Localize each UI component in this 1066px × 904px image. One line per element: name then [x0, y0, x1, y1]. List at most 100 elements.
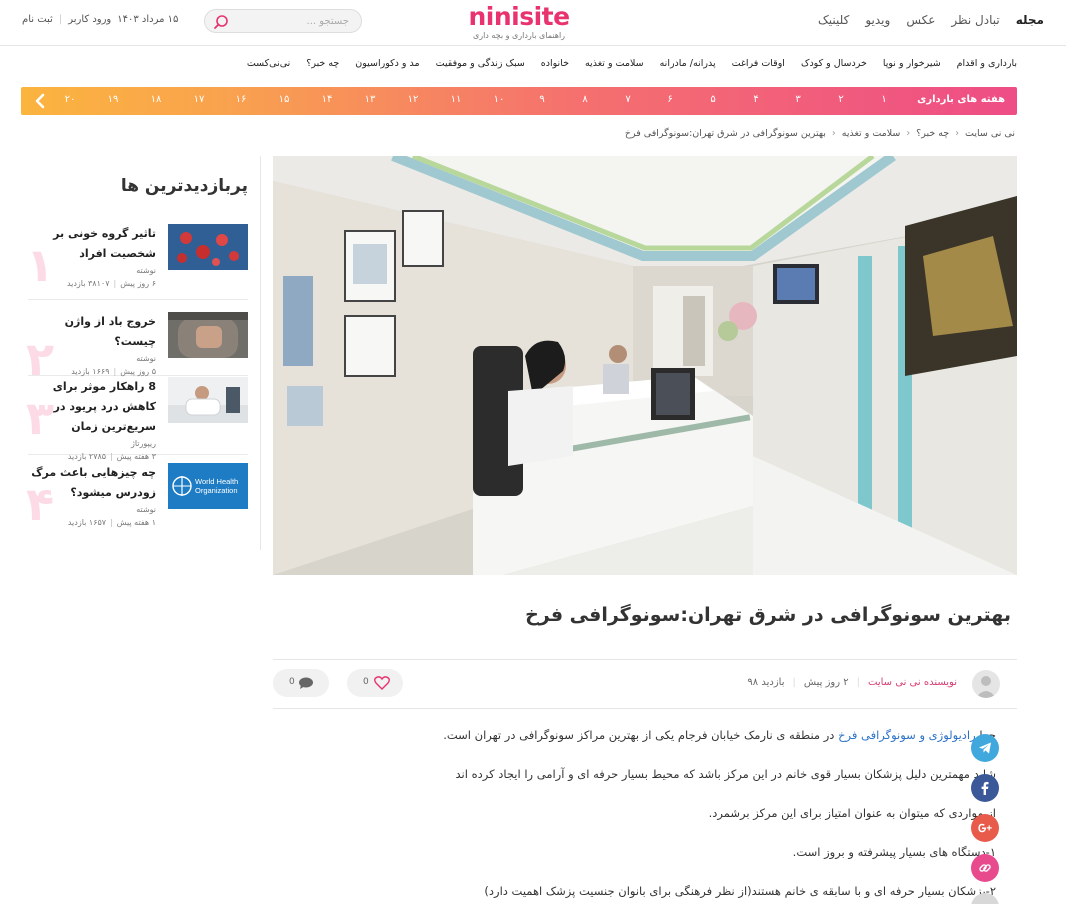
- week-item[interactable]: ۲۰: [59, 94, 81, 105]
- publish-time: ۲ روز پیش: [803, 677, 849, 688]
- search-icon[interactable]: [213, 14, 229, 30]
- paragraph: چرا رادیولوژی و سونوگرافی فرخ در منطقه ی…: [336, 727, 996, 743]
- copy-link-button[interactable]: [971, 854, 999, 882]
- week-item[interactable]: ۱۰: [488, 94, 510, 105]
- chevron-left-icon[interactable]: [34, 93, 46, 109]
- popular-item[interactable]: ۲ خروج باد از واژن چیست؟ نوشته ۵ روز پیش…: [26, 308, 248, 382]
- nav-photo[interactable]: عکس: [906, 13, 935, 27]
- facebook-share-button[interactable]: [971, 774, 999, 802]
- category-parents[interactable]: پدرانه/ مادرانه: [660, 58, 716, 69]
- breadcrumb-health[interactable]: سلامت و تغذیه: [842, 128, 901, 139]
- category-fashion[interactable]: مد و دکوراسیون: [355, 58, 419, 69]
- search-input[interactable]: [239, 13, 349, 29]
- breadcrumb-news[interactable]: چه خبر؟: [916, 128, 949, 139]
- breadcrumb-home[interactable]: نی نی سایت: [965, 128, 1015, 139]
- category-news[interactable]: چه خبر؟: [306, 58, 339, 69]
- like-count: 0: [363, 677, 369, 687]
- avatar[interactable]: [972, 670, 1000, 698]
- user-bar: ثبت نام | ورود کاربر ۱۵ مرداد ۱۴۰۳: [22, 14, 178, 25]
- category-family[interactable]: خانواده: [541, 58, 569, 69]
- week-item[interactable]: ۴: [745, 94, 767, 105]
- item-text: خروج باد از واژن چیست؟ نوشته ۵ روز پیش |…: [28, 312, 156, 376]
- telegram-icon: [979, 742, 991, 754]
- week-item[interactable]: ۱۱: [445, 94, 467, 105]
- week-item[interactable]: ۱۹: [102, 94, 124, 105]
- item-thumbnail[interactable]: World Health Organization: [168, 463, 248, 509]
- week-item[interactable]: ۱۵: [273, 94, 295, 105]
- nav-clinic[interactable]: کلینیک: [818, 13, 849, 27]
- category-health[interactable]: سلامت و تغذیه: [585, 58, 644, 69]
- category-pregnancy[interactable]: بارداری و اقدام: [957, 58, 1017, 69]
- week-item[interactable]: ۳: [787, 94, 809, 105]
- article-body: چرا رادیولوژی و سونوگرافی فرخ در منطقه ی…: [336, 727, 996, 904]
- nav-magazine[interactable]: مجله: [1016, 13, 1044, 27]
- item-title[interactable]: خروج باد از واژن چیست؟: [28, 312, 156, 352]
- nav-video[interactable]: ویدیو: [865, 13, 890, 27]
- popular-item[interactable]: ۳ 8 راهکار موثر برای کاهش درد پریود در س…: [26, 373, 248, 461]
- week-item[interactable]: ۷: [617, 94, 639, 105]
- link-icon: [979, 864, 991, 872]
- week-item[interactable]: ۱: [873, 94, 895, 105]
- week-item[interactable]: ۶: [659, 94, 681, 105]
- like-button[interactable]: 0: [347, 669, 403, 697]
- inline-link[interactable]: رادیولوژی و سونوگرافی فرخ: [838, 728, 976, 742]
- clinic-reception-photo: [273, 156, 1017, 575]
- item-title[interactable]: چه چیزهایی باعث مرگ زودرس میشود؟: [28, 463, 156, 503]
- item-author: نوشته: [136, 354, 156, 363]
- chevron-left-icon: ‹: [906, 128, 911, 139]
- pregnancy-weeks-bar: هفته های بارداری ۱ ۲ ۳ ۴ ۵ ۶ ۷ ۸ ۹ ۱۰ ۱۱…: [21, 87, 1017, 115]
- heart-icon: [374, 676, 390, 690]
- week-item[interactable]: ۸: [574, 94, 596, 105]
- item-thumbnail[interactable]: [168, 377, 248, 423]
- googleplus-icon: [978, 823, 992, 833]
- search-box: [204, 9, 362, 33]
- item-thumbnail[interactable]: [168, 312, 248, 358]
- site-logo[interactable]: ninisite راهنمای بارداری و بچه داری: [466, 3, 572, 41]
- week-item[interactable]: ۱۳: [359, 94, 381, 105]
- googleplus-share-button[interactable]: [971, 814, 999, 842]
- week-item[interactable]: ۱۴: [316, 94, 338, 105]
- week-item[interactable]: ۵: [702, 94, 724, 105]
- blood-drops-image: [168, 224, 248, 270]
- main-nav: مجله تبادل نظر عکس ویدیو کلینیک: [818, 13, 1044, 27]
- week-item[interactable]: ۹: [531, 94, 553, 105]
- weeks-label: هفته های بارداری: [917, 94, 1005, 105]
- divider: |: [792, 677, 796, 688]
- category-infant[interactable]: شیرخوار و نوپا: [883, 58, 941, 69]
- week-item[interactable]: ۲: [830, 94, 852, 105]
- woman-stomach-image: [168, 312, 248, 358]
- popular-item[interactable]: World Health Organization ۴ چه چیزهایی ب…: [26, 459, 248, 543]
- paragraph: از مواردی که میتوان به عنوان امتیاز برای…: [708, 806, 996, 820]
- divider: |: [110, 518, 113, 527]
- author-link[interactable]: نویسنده نی نی سایت: [868, 677, 957, 688]
- article-info: نویسنده نی نی سایت | ۲ روز پیش | بازدید …: [747, 677, 957, 688]
- comment-icon: [299, 677, 313, 689]
- paragraph: ۲-پزشکان بسیار حرفه ای و با سابقه ی خانم…: [484, 884, 996, 898]
- category-ninicast[interactable]: نی‌نی‌کست: [247, 58, 290, 69]
- signup-link[interactable]: ثبت نام: [22, 14, 53, 25]
- telegram-share-button[interactable]: [971, 734, 999, 762]
- who-label-line2: Organization: [195, 486, 238, 495]
- item-text: تاثیر گروه خونی بر شخصیت افراد نوشته ۶ ر…: [28, 224, 156, 288]
- item-meta: ۱ هفته پیش | ۱۶۵۷ بازدید: [28, 518, 156, 527]
- week-item[interactable]: ۱۲: [402, 94, 424, 105]
- popular-item[interactable]: ۱ تاثیر گروه خونی بر شخصیت افراد نوشته ۶…: [26, 220, 248, 300]
- logo-tagline: راهنمای بارداری و بچه داری: [472, 31, 566, 40]
- article-title: بهترین سونوگرافی در شرق تهران:سونوگرافی …: [525, 604, 1011, 626]
- item-thumbnail[interactable]: [168, 224, 248, 270]
- login-link[interactable]: ورود کاربر: [68, 14, 111, 25]
- category-lifestyle[interactable]: سبک زندگی و موفقیت: [436, 58, 525, 69]
- week-item[interactable]: ۱۶: [230, 94, 252, 105]
- nav-forum[interactable]: تبادل نظر: [951, 13, 999, 27]
- category-child[interactable]: خردسال و کودک: [801, 58, 867, 69]
- comment-button[interactable]: 0: [273, 669, 329, 697]
- week-item[interactable]: ۱۷: [188, 94, 210, 105]
- item-title[interactable]: تاثیر گروه خونی بر شخصیت افراد: [28, 224, 156, 264]
- current-date: ۱۵ مرداد ۱۴۰۳: [117, 14, 179, 25]
- item-title[interactable]: 8 راهکار موثر برای کاهش درد پریود در سری…: [28, 377, 156, 437]
- week-item[interactable]: ۱۸: [145, 94, 167, 105]
- logo-name: ninisite: [468, 2, 570, 31]
- category-leisure[interactable]: اوقات فراغت: [732, 58, 785, 69]
- view-count: بازدید ۹۸: [747, 677, 785, 688]
- item-text: چه چیزهایی باعث مرگ زودرس میشود؟ نوشته ۱…: [28, 463, 156, 527]
